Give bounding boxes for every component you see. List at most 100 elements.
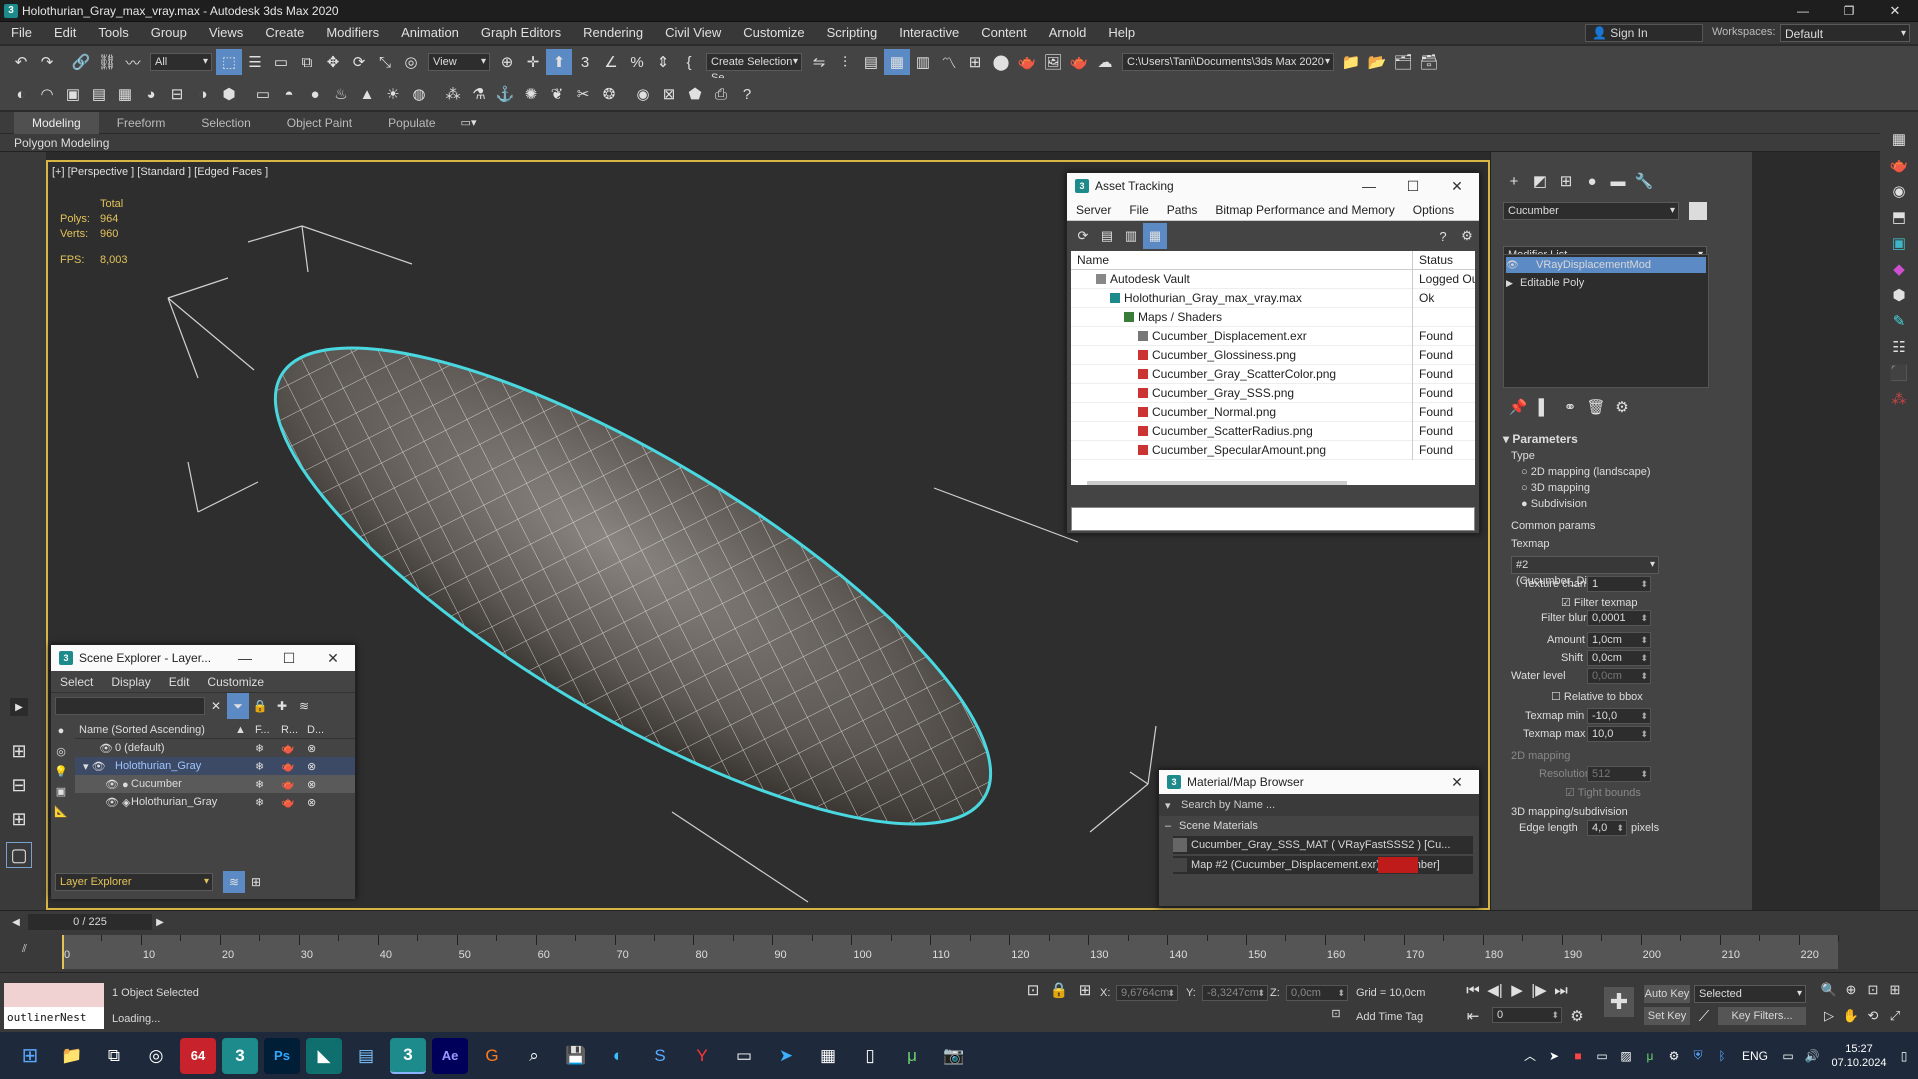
asset-row[interactable]: Cucumber_Glossiness.png Found xyxy=(1071,345,1475,365)
filter-texmap-checkbox[interactable]: ☑ Filter texmap xyxy=(1561,596,1638,609)
task-view-icon[interactable]: ⧉ xyxy=(96,1038,132,1074)
asset-row[interactable]: Cucumber_SpecularAmount.png Found xyxy=(1071,440,1475,460)
yandex-icon[interactable]: Y xyxy=(684,1038,720,1074)
menu-group[interactable]: Group xyxy=(140,22,198,44)
network-icon[interactable]: ▭ xyxy=(1776,1038,1800,1074)
render-icon[interactable]: 🫖 xyxy=(281,796,307,809)
vray-sphere2-icon[interactable]: ◍ xyxy=(406,81,432,107)
isolate-icon[interactable]: ⊡ xyxy=(1020,977,1046,1003)
expand-layout-icon[interactable]: ▶ xyxy=(10,698,28,716)
manipulate-icon[interactable]: ⬆ xyxy=(546,49,572,75)
align-icon[interactable]: ⫶ xyxy=(832,49,858,75)
time-slider[interactable]: 0 / 225 xyxy=(28,914,152,930)
material-search[interactable]: ▾ Search by Name ... xyxy=(1159,794,1479,816)
pan-icon[interactable]: ✋ xyxy=(1840,1003,1862,1029)
vray-mesh-light-icon[interactable]: ♨ xyxy=(328,81,354,107)
object-row-cucumber[interactable]: 👁 ● Cucumber ❄ 🫖 ⊗ xyxy=(75,775,355,793)
document-icon[interactable]: ▯ xyxy=(852,1038,888,1074)
map-item[interactable]: Map #2 (Cucumber_Displacement.exr) [Cucu… xyxy=(1173,856,1473,874)
shift-spinner[interactable]: 0,0cm xyxy=(1587,650,1651,666)
ribbon-options-icon[interactable]: ▭▾ xyxy=(454,110,484,136)
eye-icon[interactable]: 👁 xyxy=(75,742,115,755)
vray-settings-icon[interactable]: ▤ xyxy=(86,81,112,107)
radio-2d-mapping[interactable]: ○ 2D mapping (landscape) xyxy=(1521,466,1651,478)
asset-menu-server[interactable]: Server xyxy=(1067,203,1120,217)
render-icon[interactable]: 🫖 xyxy=(281,778,307,791)
orbit-icon[interactable]: ⟲ xyxy=(1862,1003,1884,1029)
vray-plant-icon[interactable]: ❦ xyxy=(544,81,570,107)
display-helpers-icon[interactable]: 📐 xyxy=(51,801,71,821)
layer-expand-icon[interactable]: ▾ 👁 xyxy=(75,760,115,773)
vray-dome-icon[interactable]: ◓ xyxy=(276,81,302,107)
track-bar-icon[interactable]: ⫽ xyxy=(22,943,27,956)
key-mode-icon[interactable]: ⇤ xyxy=(1462,1003,1484,1029)
close-icon[interactable]: ✕ xyxy=(1872,0,1918,24)
stack-item-editable-poly[interactable]: ▶ Editable Poly xyxy=(1506,275,1706,291)
vray-clipper-icon[interactable]: ✂ xyxy=(570,81,596,107)
vray-light-icon[interactable]: ◠ xyxy=(34,81,60,107)
redo-icon[interactable]: ↷ xyxy=(34,49,60,75)
sphere-icon[interactable]: ◉ xyxy=(1886,178,1912,204)
3dsmax-active-icon[interactable]: 3 xyxy=(390,1037,426,1074)
lock-selection-icon[interactable]: 🔒 xyxy=(1046,977,1072,1003)
eye-icon[interactable]: 👁 ◈ xyxy=(75,796,131,809)
calculator-icon[interactable]: ▦ xyxy=(810,1038,846,1074)
link-icon[interactable]: 🔗 xyxy=(68,49,94,75)
layer-row[interactable]: 👁 0 (default) ❄ 🫖 ⊗ xyxy=(75,739,355,757)
layer-mode-icon[interactable]: ≋ xyxy=(223,871,245,893)
layout-quad-icon[interactable]: ⊞ xyxy=(6,738,32,764)
menu-content[interactable]: Content xyxy=(970,22,1038,44)
asset-row[interactable]: Holothurian_Gray_max_vray.max Ok xyxy=(1071,288,1475,308)
scene-menu-customize[interactable]: Customize xyxy=(198,675,273,689)
tray-shield-icon[interactable]: ⛨ xyxy=(1686,1038,1710,1074)
modify-tab-icon[interactable]: ◩ xyxy=(1527,168,1553,194)
object-color-swatch[interactable] xyxy=(1689,202,1707,220)
windows-start-icon[interactable]: ⊞ xyxy=(12,1038,48,1074)
show-end-result-icon[interactable]: ▌ xyxy=(1531,394,1557,420)
tab-populate[interactable]: Populate xyxy=(370,112,453,134)
axis-constraint-icon[interactable]: ✛ xyxy=(520,49,546,75)
pivot-icon[interactable]: ⊕ xyxy=(494,49,520,75)
after-effects-icon[interactable]: Ae xyxy=(432,1037,468,1074)
vray-mesh-icon[interactable]: ⚓ xyxy=(492,81,518,107)
auto-key-button[interactable]: Auto Key xyxy=(1644,985,1690,1003)
object-name-field[interactable]: Cucumber xyxy=(1503,202,1679,220)
hierarchy-mode-icon[interactable]: ⊞ xyxy=(245,871,267,893)
zoom-all-icon[interactable]: ⊕ xyxy=(1840,977,1862,1003)
configure-sets-icon[interactable]: ⚙ xyxy=(1609,394,1635,420)
add-time-tag[interactable]: Add Time Tag xyxy=(1356,1011,1423,1023)
scene-col-f[interactable]: F... xyxy=(255,724,281,736)
sort-asc-icon[interactable]: ▲ xyxy=(235,724,255,736)
snap-toggle-icon[interactable]: 3 xyxy=(572,49,598,75)
tray-photo-icon[interactable]: ▨ xyxy=(1614,1038,1638,1074)
vray-globe-icon[interactable]: ◉ xyxy=(630,81,656,107)
texmap-button[interactable]: #2 (Cucumber_Displacement. xyxy=(1511,556,1659,587)
key-selection-dropdown[interactable]: Selected xyxy=(1694,985,1806,1003)
render-icon[interactable]: 🫖 xyxy=(281,742,307,755)
reference-coord-dropdown[interactable]: View xyxy=(428,53,490,71)
asset-menu-paths[interactable]: Paths xyxy=(1158,203,1207,217)
percent-snap-icon[interactable]: % xyxy=(624,49,650,75)
make-unique-icon[interactable]: ⚭ xyxy=(1557,394,1583,420)
play-icon[interactable]: ▶ xyxy=(1506,977,1528,1003)
eye-icon[interactable]: 👁 xyxy=(1506,260,1520,271)
menu-graph-editors[interactable]: Graph Editors xyxy=(470,22,572,44)
grid-view-icon[interactable]: ▦ xyxy=(1143,223,1167,249)
asset-row[interactable]: Cucumber_Normal.png Found xyxy=(1071,402,1475,422)
toggle-ribbon-icon[interactable]: ▥ xyxy=(910,49,936,75)
vray-volume-icon[interactable]: ❂ xyxy=(596,81,622,107)
move-icon[interactable]: ✥ xyxy=(320,49,346,75)
menu-interactive[interactable]: Interactive xyxy=(888,22,970,44)
new-layer-icon[interactable]: ✚ xyxy=(271,693,293,719)
table-view-icon[interactable]: ▥ xyxy=(1119,223,1143,249)
clock[interactable]: 15:27 07.10.2024 xyxy=(1824,1042,1894,1070)
next-frame-icon[interactable]: ▶ xyxy=(150,913,170,931)
pin-stack-icon[interactable]: 📌 xyxy=(1505,394,1531,420)
vray-render-icon[interactable]: ▣ xyxy=(60,81,86,107)
bind-spacewarp-icon[interactable]: 〰 xyxy=(120,49,146,75)
box-icon[interactable]: ⬢ xyxy=(1886,282,1912,308)
key-tangent-icon[interactable]: ⟋ xyxy=(1694,1003,1714,1029)
set-key-button[interactable]: Set Key xyxy=(1644,1007,1690,1025)
scene-menu-select[interactable]: Select xyxy=(51,675,102,689)
vray-help-icon[interactable]: ? xyxy=(734,81,760,107)
